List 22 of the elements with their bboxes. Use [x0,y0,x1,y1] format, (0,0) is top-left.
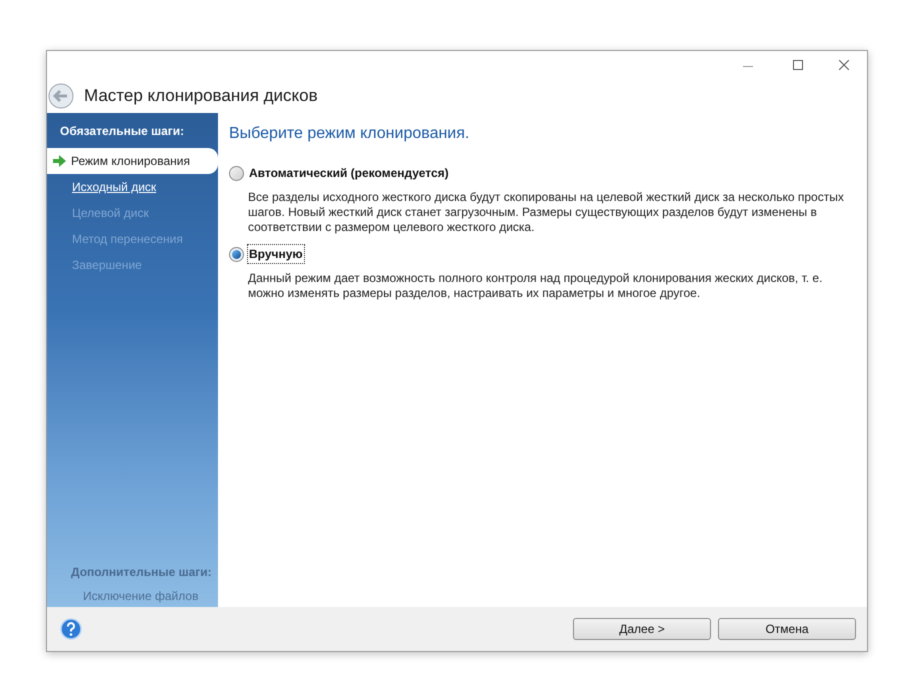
arrow-icon [53,155,66,167]
help-icon[interactable] [60,618,82,640]
sidebar-heading: Обязательные шаги: [59,123,186,140]
step-item: Завершение [71,257,143,274]
page-heading: Выберите режим клонирования. [229,124,470,144]
window-title: Мастер клонирования дисков [84,85,318,108]
step-item[interactable]: Исходный диск [47,174,218,200]
maximize-icon[interactable] [793,60,803,70]
option-description: Данный режим дает возможность полного контроля над процедурой клонирования жеских дисков, т. е. можно изменять размеры разделов, настраивать их параметры и многое другое. [247,271,824,301]
option-description: Все разделы исходного жесткого диска будут скопированы на целевой жесткий диск за несколько простых шагов. Новый жесткий диск станет загрузочным. Размеры существующих разделов будут изменены в соответствии с размером целевого жесткого диска. [247,190,845,235]
radio-button[interactable] [229,246,244,262]
dialog-button[interactable]: Отмена [718,618,856,640]
dialog-button[interactable]: Далее > [573,618,711,640]
close-icon[interactable] [839,60,849,70]
sidebar-heading: Дополнительные шаги: [70,564,213,581]
step-item: Целевой диск [71,205,150,222]
radio-button[interactable] [229,166,244,180]
step-item: Метод перенесения [71,231,184,248]
step-item[interactable]: Режим клонирования [47,148,218,174]
option-label[interactable]: Вручную [248,245,304,263]
option-label[interactable]: Автоматический (рекомендуется) [248,164,450,182]
step-item: Исключение файлов [82,588,200,605]
